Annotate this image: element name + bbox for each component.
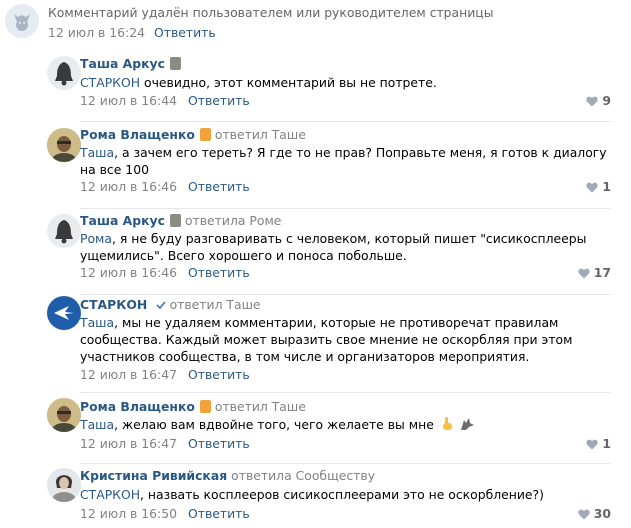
like-count: 17 <box>593 265 611 280</box>
comment-time[interactable]: 12 июл в 16:47 <box>80 367 177 382</box>
comment-time[interactable]: 12 июл в 16:47 <box>80 436 177 451</box>
comment-author[interactable]: Рома Влащенко ответил Таше <box>80 127 306 142</box>
comment-text: СТАРКОН, назвать косплееров сисикосплеер… <box>80 486 620 503</box>
reply-to-label[interactable]: ответил Таше <box>215 399 306 414</box>
mention-link[interactable]: Рома <box>80 231 112 246</box>
mention-link[interactable]: Таша <box>80 315 114 330</box>
like-button[interactable]: 1 <box>586 436 611 451</box>
community-avatar[interactable] <box>47 296 81 330</box>
like-button[interactable]: 1 <box>586 179 611 194</box>
reply-link[interactable]: Ответить <box>188 179 250 194</box>
comment-time[interactable]: 12 июл в 16:46 <box>80 265 177 280</box>
heart-icon <box>578 509 590 520</box>
moai-emoji-icon <box>169 57 181 70</box>
user-avatar[interactable] <box>47 398 81 432</box>
comment-time[interactable]: 12 июл в 16:46 <box>80 179 177 194</box>
reply-link[interactable]: Ответить <box>188 367 250 382</box>
wolf-icon <box>460 418 474 430</box>
comment-author[interactable]: Рома Влащенко ответил Таше <box>80 399 306 414</box>
reply-to-label[interactable]: ответил Таше <box>170 297 261 312</box>
comment-text: Таша, а зачем его тереть? Я где то не пр… <box>80 144 620 178</box>
bell-avatar-icon[interactable] <box>47 214 81 248</box>
like-button[interactable]: 30 <box>578 506 611 521</box>
comment-author[interactable]: СТАРКОН ответил Таше <box>80 297 261 312</box>
mention-link[interactable]: СТАРКОН <box>80 487 140 502</box>
reply-to-label[interactable]: ответила Роме <box>185 213 281 228</box>
reply-to-label[interactable]: ответила Сообществу <box>231 468 375 483</box>
reply-link[interactable]: Ответить <box>154 25 216 40</box>
like-count: 1 <box>602 436 611 451</box>
comment-meta: 12 июл в 16:50 Ответить <box>80 506 250 521</box>
like-button[interactable]: 17 <box>578 265 611 280</box>
comment-item: Таша Аркус ответила Роме Рома, я не буду … <box>0 208 631 296</box>
sunrise-emoji-icon <box>199 400 211 413</box>
comment-item: Рома Влащенко ответил Таше Таша, а зачем … <box>0 122 631 210</box>
user-avatar[interactable] <box>47 468 81 502</box>
heart-icon <box>586 439 599 450</box>
point-up-hand-icon <box>442 417 452 430</box>
like-count: 1 <box>602 179 611 194</box>
comment-body: , желаю вам вдвойне того, чего желаете в… <box>114 417 434 432</box>
comment-meta: 12 июл в 16:47 Ответить <box>80 367 250 382</box>
comment-item: СТАРКОН ответил Таше Таша, мы не удаляем… <box>0 294 631 394</box>
comment-meta: 12 июл в 16:46 Ответить <box>80 265 250 280</box>
comment-author[interactable]: Таша Аркус ответила Роме <box>80 213 281 228</box>
reply-link[interactable]: Ответить <box>188 93 250 108</box>
like-button[interactable]: 9 <box>586 93 611 108</box>
comment-text: Таша, мы не удаляем комментарии, которые… <box>80 314 620 365</box>
comment-text: Таша, желаю вам вдвойне того, чего желае… <box>80 416 620 433</box>
reply-link[interactable]: Ответить <box>188 506 250 521</box>
reply-link[interactable]: Ответить <box>188 436 250 451</box>
deleted-comment: Комментарий удалён пользователем или рук… <box>0 0 631 50</box>
comment-author[interactable]: Таша Аркус <box>80 56 181 71</box>
comment-time[interactable]: 12 июл в 16:24 <box>48 25 145 40</box>
vk-dog-avatar-icon[interactable] <box>5 4 39 38</box>
like-count: 9 <box>602 93 611 108</box>
comment-time[interactable]: 12 июл в 16:44 <box>80 93 177 108</box>
mention-link[interactable]: Таша <box>80 145 114 160</box>
heart-icon <box>578 268 590 279</box>
author-name[interactable]: Рома Влащенко <box>80 127 195 142</box>
comment-item: Таша Аркус СТАРКОН очевидно, этот коммен… <box>0 50 631 122</box>
deleted-comment-text: Комментарий удалён пользователем или рук… <box>48 5 494 20</box>
author-name[interactable]: СТАРКОН <box>80 297 147 312</box>
comment-meta: 12 июл в 16:46 Ответить <box>80 179 250 194</box>
comment-body: , назвать косплееров сисикосплеерами это… <box>140 487 544 502</box>
author-name[interactable]: Таша Аркус <box>80 213 165 228</box>
author-name[interactable]: Рома Влащенко <box>80 399 195 414</box>
comment-item: Рома Влащенко ответил Таше Таша, желаю ва… <box>0 394 631 464</box>
reply-link[interactable]: Ответить <box>188 265 250 280</box>
sunrise-emoji-icon <box>199 128 211 141</box>
comment-meta: 12 июл в 16:47 Ответить <box>80 436 250 451</box>
comment-body: , я не буду разговаривать с человеком, к… <box>80 231 587 263</box>
comment-meta: 12 июл в 16:44 Ответить <box>80 93 250 108</box>
mention-link[interactable]: Таша <box>80 417 114 432</box>
divider <box>80 392 611 393</box>
comment-meta: 12 июл в 16:24 Ответить <box>48 25 216 40</box>
verified-check-icon <box>155 301 166 310</box>
like-count: 30 <box>593 506 611 521</box>
comment-body: , мы не удаляем комментарии, которые не … <box>80 315 573 364</box>
comment-text: СТАРКОН очевидно, этот комментарий вы не… <box>80 74 620 91</box>
comment-item: Кристина Ривийская ответила Сообществу СТ… <box>0 464 631 528</box>
comment-time[interactable]: 12 июл в 16:50 <box>80 506 177 521</box>
reply-to-label[interactable]: ответил Таше <box>215 127 306 142</box>
bell-avatar-icon[interactable] <box>47 56 81 90</box>
moai-emoji-icon <box>169 214 181 227</box>
mention-link[interactable]: СТАРКОН <box>80 75 140 90</box>
comment-text: Рома, я не буду разговаривать с человеко… <box>80 230 620 264</box>
user-avatar[interactable] <box>47 128 81 162</box>
comment-body: , а зачем его тереть? Я где то не прав? … <box>80 145 607 177</box>
comment-author[interactable]: Кристина Ривийская ответила Сообществу <box>80 468 375 483</box>
comment-body: очевидно, этот комментарий вы не потрете… <box>140 75 437 90</box>
author-name[interactable]: Таша Аркус <box>80 56 165 71</box>
heart-icon <box>586 96 599 107</box>
heart-icon <box>586 182 599 193</box>
author-name[interactable]: Кристина Ривийская <box>80 468 227 483</box>
